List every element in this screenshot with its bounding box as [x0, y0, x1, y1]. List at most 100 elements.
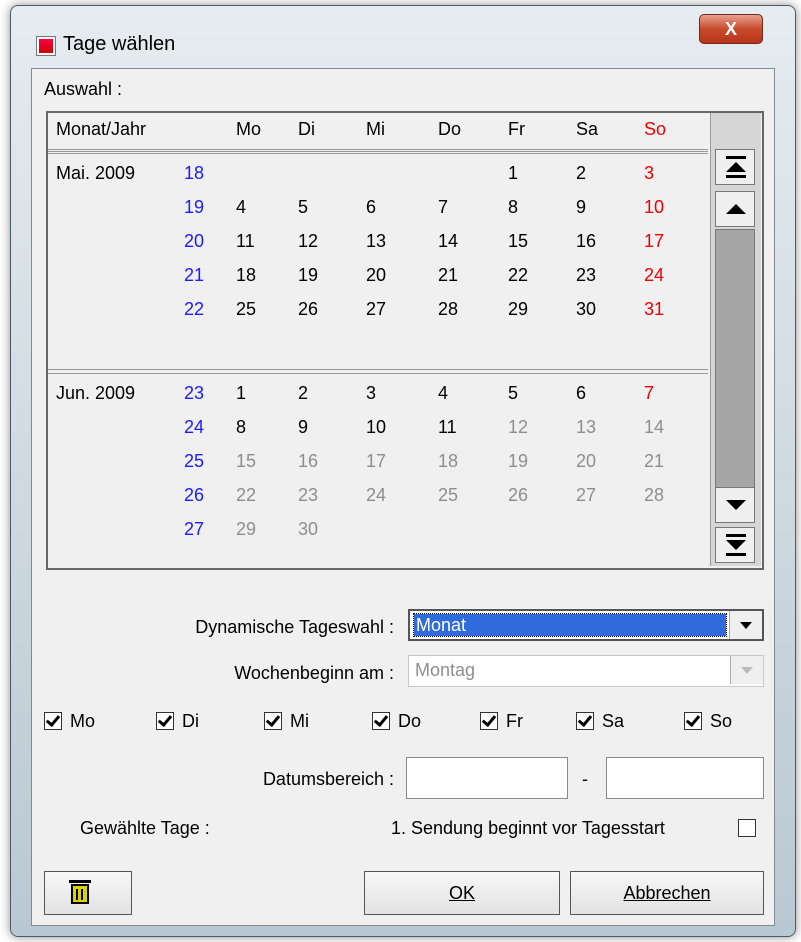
calendar-day[interactable]: 12 [508, 417, 538, 438]
calendar-day[interactable]: 20 [576, 451, 606, 472]
calendar-day[interactable]: 25 [236, 299, 266, 320]
calendar-day[interactable]: 22 [508, 265, 538, 286]
calendar-day[interactable]: 8 [508, 197, 538, 218]
weekday-checkbox-di[interactable]: Di [156, 711, 236, 733]
checkbox-box[interactable] [480, 711, 498, 730]
chevron-down-icon[interactable] [729, 611, 762, 639]
delete-button[interactable] [44, 871, 132, 915]
ok-button[interactable]: OK [364, 871, 560, 915]
week-number[interactable]: 24 [184, 417, 224, 438]
calendar-day[interactable]: 2 [576, 163, 606, 184]
calendar-day[interactable]: 11 [236, 231, 266, 252]
calendar-day[interactable]: 23 [576, 265, 606, 286]
calendar-scrollbar[interactable] [710, 113, 761, 566]
week-number[interactable]: 18 [184, 163, 224, 184]
calendar-day[interactable]: 7 [644, 383, 674, 404]
calendar-day[interactable]: 11 [438, 417, 468, 438]
calendar-day[interactable]: 24 [644, 265, 674, 286]
dynamic-day-selection-select[interactable]: Monat [408, 609, 764, 641]
calendar-day[interactable]: 8 [236, 417, 266, 438]
checkbox-box[interactable] [44, 711, 62, 730]
calendar-day[interactable]: 29 [508, 299, 538, 320]
close-button[interactable]: X [699, 14, 763, 44]
calendar-day[interactable]: 19 [298, 265, 328, 286]
cancel-button[interactable]: Abbrechen [570, 871, 764, 915]
calendar-day[interactable]: 5 [508, 383, 538, 404]
calendar-grid[interactable]: Monat/Jahr Mo Di Mi Do Fr Sa So Mai. 2009 18 1 2 3 1… [46, 111, 764, 570]
week-number[interactable]: 25 [184, 451, 224, 472]
weekday-checkbox-mi[interactable]: Mi [264, 711, 344, 733]
weekday-checkbox-do[interactable]: Do [372, 711, 452, 733]
scroll-thumb[interactable] [715, 229, 755, 505]
calendar-day[interactable]: 6 [366, 197, 396, 218]
calendar-day[interactable]: 26 [508, 485, 538, 506]
calendar-day[interactable]: 16 [298, 451, 328, 472]
calendar-day[interactable]: 17 [644, 231, 674, 252]
calendar-day[interactable]: 9 [576, 197, 606, 218]
date-from-input[interactable] [406, 757, 568, 799]
calendar-day[interactable]: 13 [576, 417, 606, 438]
calendar-day[interactable]: 27 [366, 299, 396, 320]
weekday-checkbox-sa[interactable]: Sa [576, 711, 656, 733]
calendar-day[interactable]: 5 [298, 197, 328, 218]
calendar-day[interactable]: 14 [438, 231, 468, 252]
calendar-day[interactable]: 16 [576, 231, 606, 252]
checkbox-box[interactable] [264, 711, 282, 730]
calendar-day[interactable]: 15 [236, 451, 266, 472]
broadcast-before-start-checkbox[interactable] [738, 819, 756, 837]
checkbox-box[interactable] [372, 711, 390, 730]
calendar-day[interactable]: 21 [438, 265, 468, 286]
weekday-checkbox-mo[interactable]: Mo [44, 711, 124, 733]
calendar-day[interactable]: 25 [438, 485, 468, 506]
calendar-day[interactable]: 2 [298, 383, 328, 404]
calendar-day[interactable]: 30 [576, 299, 606, 320]
calendar-day[interactable]: 15 [508, 231, 538, 252]
checkbox-box[interactable] [156, 711, 174, 730]
calendar-day[interactable]: 27 [576, 485, 606, 506]
calendar-day[interactable]: 14 [644, 417, 674, 438]
calendar-day[interactable]: 23 [298, 485, 328, 506]
date-to-input[interactable] [606, 757, 764, 799]
calendar-day[interactable]: 4 [236, 197, 266, 218]
calendar-day[interactable]: 10 [644, 197, 674, 218]
scroll-down-button[interactable] [715, 487, 755, 523]
calendar-day[interactable]: 10 [366, 417, 396, 438]
checkbox-box[interactable] [576, 711, 594, 730]
calendar-day[interactable]: 28 [438, 299, 468, 320]
calendar-day[interactable]: 18 [438, 451, 468, 472]
week-number[interactable]: 22 [184, 299, 224, 320]
calendar-day[interactable]: 31 [644, 299, 674, 320]
scroll-up-button[interactable] [715, 191, 755, 227]
calendar-day[interactable]: 13 [366, 231, 396, 252]
calendar-day[interactable]: 6 [576, 383, 606, 404]
calendar-day[interactable]: 22 [236, 485, 266, 506]
checkbox-box[interactable] [684, 711, 702, 730]
week-number[interactable]: 26 [184, 485, 224, 506]
calendar-day[interactable]: 28 [644, 485, 674, 506]
calendar-day[interactable]: 3 [366, 383, 396, 404]
scroll-last-button[interactable] [715, 527, 755, 563]
calendar-day[interactable]: 7 [438, 197, 468, 218]
calendar-day[interactable]: 18 [236, 265, 266, 286]
calendar-day[interactable]: 24 [366, 485, 396, 506]
calendar-day[interactable]: 21 [644, 451, 674, 472]
scroll-first-button[interactable] [715, 149, 755, 185]
week-number[interactable]: 21 [184, 265, 224, 286]
calendar-day[interactable]: 17 [366, 451, 396, 472]
calendar-day[interactable]: 4 [438, 383, 468, 404]
calendar-day[interactable]: 1 [236, 383, 266, 404]
weekday-checkbox-fr[interactable]: Fr [480, 711, 560, 733]
calendar-day[interactable]: 29 [236, 519, 266, 540]
calendar-day[interactable]: 26 [298, 299, 328, 320]
calendar-day[interactable]: 3 [644, 163, 674, 184]
week-number[interactable]: 20 [184, 231, 224, 252]
calendar-day[interactable]: 19 [508, 451, 538, 472]
calendar-day[interactable]: 1 [508, 163, 538, 184]
calendar-day[interactable]: 30 [298, 519, 328, 540]
week-number[interactable]: 19 [184, 197, 224, 218]
calendar-day[interactable]: 12 [298, 231, 328, 252]
weekday-checkbox-so[interactable]: So [684, 711, 764, 733]
week-number[interactable]: 23 [184, 383, 224, 404]
calendar-day[interactable]: 9 [298, 417, 328, 438]
week-number[interactable]: 27 [184, 519, 224, 540]
